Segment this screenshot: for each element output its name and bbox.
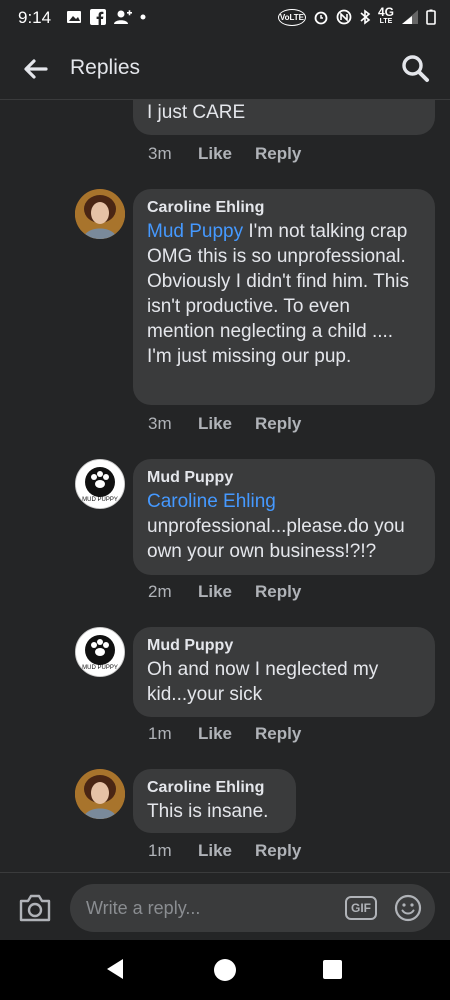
comment-actions: 2m Like Reply [148, 582, 301, 602]
svg-text:MUD PUPPY: MUD PUPPY [82, 497, 118, 503]
avatar[interactable]: MUD PUPPY [75, 627, 125, 677]
comment-actions: 3m Like Reply [148, 414, 301, 434]
reply-button[interactable]: Reply [255, 582, 301, 602]
like-button[interactable]: Like [198, 724, 255, 744]
comment-bubble[interactable]: I just CARE [133, 100, 435, 135]
comment-bubble[interactable]: Caroline Ehling Mud Puppy I'm not talkin… [133, 189, 435, 405]
comment-actions: 3m Like Reply [148, 144, 301, 164]
nfc-icon [336, 9, 352, 25]
comment-text: Caroline Ehling unprofessional...please.d… [147, 489, 421, 564]
status-time: 9:14 [18, 8, 52, 27]
reply-thread: I just CARE 3m Like Reply Caroline Ehlin… [0, 100, 450, 872]
reply-button[interactable]: Reply [255, 144, 301, 164]
bluetooth-icon [360, 9, 371, 25]
comment-bubble[interactable]: Caroline Ehling This is insane. [133, 769, 296, 833]
avatar[interactable]: MUD PUPPY [75, 459, 125, 509]
profile-photo-icon [75, 769, 125, 819]
svg-text:MUD PUPPY: MUD PUPPY [82, 665, 118, 671]
dot-notification-icon [140, 14, 146, 20]
app-bar: Replies [0, 36, 450, 100]
avatar[interactable] [75, 769, 125, 819]
reply-button[interactable]: Reply [255, 841, 301, 861]
like-button[interactable]: Like [198, 414, 255, 434]
comment-bubble[interactable]: Mud Puppy Oh and now I neglected my kid.… [133, 627, 435, 717]
notification-icons [66, 9, 146, 25]
comment-author[interactable]: Caroline Ehling [147, 777, 282, 799]
nav-home-icon[interactable] [214, 959, 236, 981]
like-button[interactable]: Like [198, 841, 255, 861]
comment-timestamp[interactable]: 1m [148, 724, 198, 744]
add-friend-notification-icon [114, 10, 132, 24]
comment-text: Oh and now I neglected my kid...your sic… [147, 659, 379, 705]
battery-icon [426, 9, 436, 25]
profile-photo-icon [75, 189, 125, 239]
image-notification-icon [67, 11, 81, 23]
comment-actions: 1m Like Reply [148, 724, 301, 744]
camera-icon[interactable] [18, 893, 52, 923]
avatar[interactable] [75, 189, 125, 239]
comment-author[interactable]: Mud Puppy [147, 635, 421, 657]
comment-timestamp[interactable]: 3m [148, 414, 198, 434]
paw-logo-icon: MUD PUPPY [76, 628, 124, 676]
comment-timestamp[interactable]: 2m [148, 582, 198, 602]
reply-composer: GIF [0, 872, 450, 940]
comment-timestamp[interactable]: 3m [148, 144, 198, 164]
system-icons: VoLTE 4G LTE [277, 5, 436, 26]
comment-text: I just CARE [147, 102, 246, 123]
network-type: 4G LTE [377, 5, 394, 25]
page-title: Replies [70, 56, 141, 79]
nav-back-icon[interactable] [105, 958, 125, 980]
comment-text: Mud Puppy I'm not talking crap OMG this … [147, 219, 421, 369]
system-navigation-bar [0, 940, 450, 1000]
comment-actions: 1m Like Reply [148, 841, 301, 861]
signal-icon [402, 10, 418, 24]
comment-author[interactable]: Mud Puppy [147, 467, 421, 489]
like-button[interactable]: Like [198, 144, 255, 164]
alarm-icon [314, 11, 328, 25]
paw-logo-icon: MUD PUPPY [76, 460, 124, 508]
emoji-icon[interactable] [394, 894, 422, 922]
comment-timestamp[interactable]: 1m [148, 841, 198, 861]
volte-icon: VoLTE [277, 8, 306, 26]
reply-button[interactable]: Reply [255, 414, 301, 434]
mention-link[interactable]: Caroline Ehling [147, 489, 421, 514]
reply-input[interactable] [70, 884, 435, 932]
comment-author[interactable]: Caroline Ehling [147, 197, 421, 219]
nav-recents-icon[interactable] [323, 960, 342, 979]
gif-button[interactable]: GIF [345, 896, 377, 920]
reply-button[interactable]: Reply [255, 724, 301, 744]
comment-body: I'm not talking crap OMG this is so unpr… [147, 221, 410, 367]
status-bar: 9:14 VoLTE 4G LTE [0, 0, 450, 36]
comment-bubble[interactable]: Mud Puppy Caroline Ehling unprofessional.… [133, 459, 435, 575]
like-button[interactable]: Like [198, 582, 255, 602]
mention-link[interactable]: Mud Puppy [147, 221, 243, 242]
comment-text: This is insane. [147, 801, 269, 822]
facebook-notification-icon [90, 9, 106, 25]
comment-body: unprofessional...please.do you own your … [147, 516, 405, 562]
search-icon[interactable] [400, 53, 430, 83]
back-arrow-icon[interactable] [20, 54, 50, 84]
